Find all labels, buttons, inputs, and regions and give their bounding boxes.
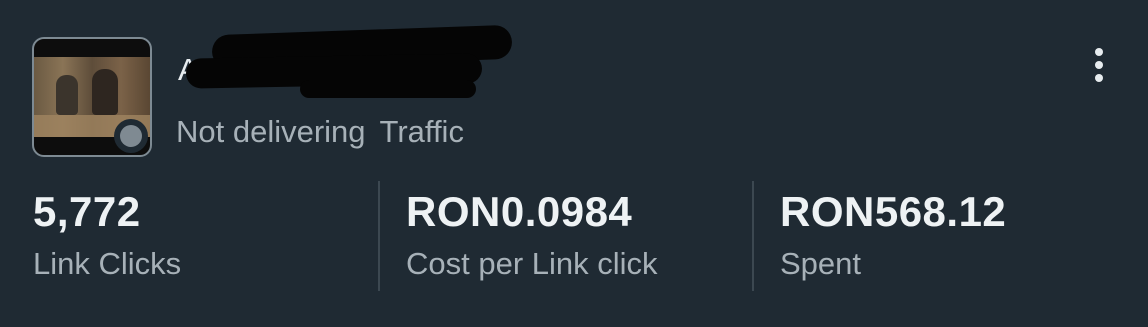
metric-link-clicks: 5,772 Link Clicks [33,186,181,284]
metric-value: 5,772 [33,188,141,235]
metric-label: Link Clicks [33,246,182,281]
metric-value: RON568.12 [780,188,1007,235]
more-vertical-icon-dot [1095,74,1103,82]
metric-value: RON0.0984 [406,188,633,235]
more-options-button[interactable] [1088,46,1112,86]
ad-thumbnail-container[interactable] [32,37,152,157]
metric-label: Spent [780,246,862,281]
more-vertical-icon-dot [1095,61,1103,69]
more-vertical-icon [1095,48,1103,56]
redaction-mark [300,80,476,98]
metric-label: Cost per Link click [406,246,658,281]
ad-subtitle: Not delivering Traffic [176,114,464,150]
metric-cost-per-link-click: RON0.0984 Cost per Link click [406,186,658,284]
divider [752,181,754,291]
delivery-status: Not delivering [176,114,366,149]
divider [378,181,380,291]
metric-spent: RON568.12 Spent [780,186,1006,284]
status-indicator-dot [114,119,148,153]
ad-card[interactable]: A...n Not deliveringTraffic 5,772 Link C… [0,0,1148,327]
campaign-objective: Traffic [379,114,464,149]
